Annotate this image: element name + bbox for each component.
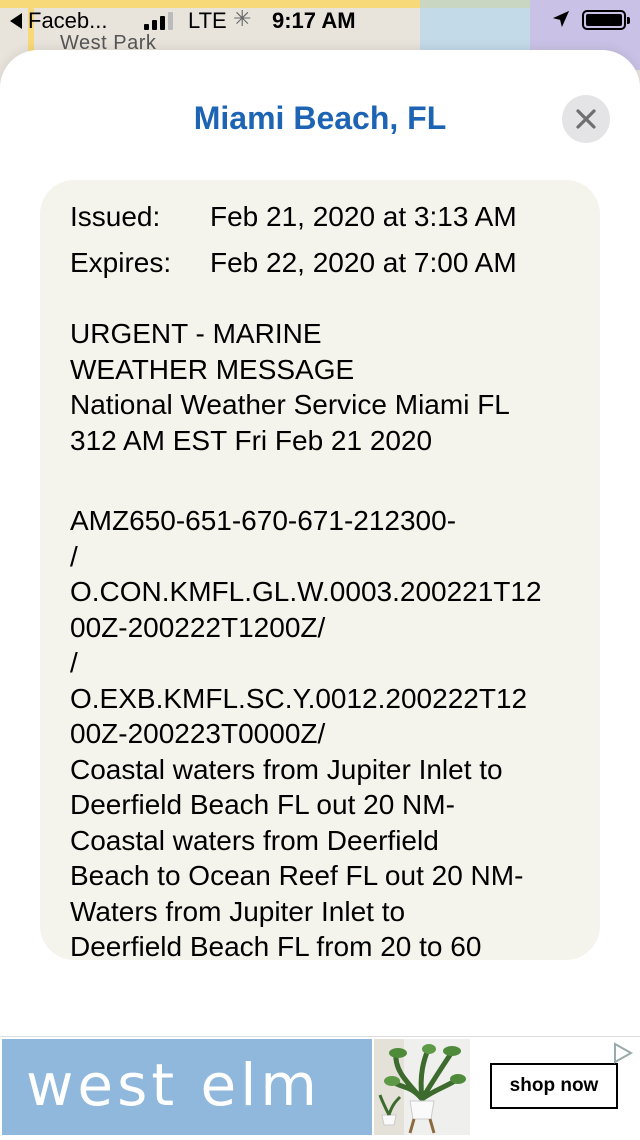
alert-paragraph-header: URGENT - MARINE WEATHER MESSAGE National… — [70, 318, 510, 456]
battery-icon — [582, 10, 630, 30]
ad-banner[interactable]: west elm shop now — [0, 1036, 640, 1137]
back-app-name: Faceb... — [28, 8, 108, 33]
expires-value: Feb 22, 2020 at 7:00 AM — [210, 247, 517, 278]
expires-row: Expires: Feb 22, 2020 at 7:00 AM — [70, 240, 517, 286]
alert-sheet: Miami Beach, FL Issued: Feb 21, 2020 at … — [0, 50, 640, 1056]
ad-product-image[interactable] — [374, 1039, 470, 1135]
location-arrow-icon — [552, 10, 570, 28]
alert-paragraph-zones: AMZ650-651-670-671-212300- / O.CON.KMFL.… — [70, 505, 542, 960]
close-icon — [576, 109, 596, 129]
sheet-title: Miami Beach, FL — [193, 100, 447, 136]
signal-strength-icon — [144, 10, 173, 30]
expires-label: Expires: — [70, 247, 172, 278]
issued-label: Issued: — [70, 201, 161, 232]
alert-card[interactable]: Issued: Feb 21, 2020 at 3:13 AM Expires:… — [40, 180, 600, 960]
close-button[interactable] — [562, 95, 610, 143]
network-type: LTE — [188, 8, 227, 33]
back-to-app-link[interactable]: Faceb... — [10, 8, 107, 34]
status-bar: Faceb... LTE ✳ 9:17 AM — [0, 0, 640, 40]
potted-plant-icon — [374, 1039, 466, 1135]
alert-meta: Issued: Feb 21, 2020 at 3:13 AM Expires:… — [70, 194, 517, 286]
back-arrow-icon — [10, 13, 22, 29]
ad-brand-panel[interactable]: west elm — [2, 1039, 372, 1135]
shop-now-button[interactable]: shop now — [490, 1063, 618, 1109]
activity-spinner-icon: ✳ — [233, 6, 252, 31]
issued-row: Issued: Feb 21, 2020 at 3:13 AM — [70, 194, 517, 240]
ad-choices-icon[interactable] — [610, 1041, 634, 1065]
ad-brand-logo: west elm — [26, 1051, 321, 1119]
clock: 9:17 AM — [272, 8, 356, 33]
alert-message: URGENT - MARINE WEATHER MESSAGE National… — [70, 316, 580, 960]
issued-value: Feb 21, 2020 at 3:13 AM — [210, 201, 517, 232]
